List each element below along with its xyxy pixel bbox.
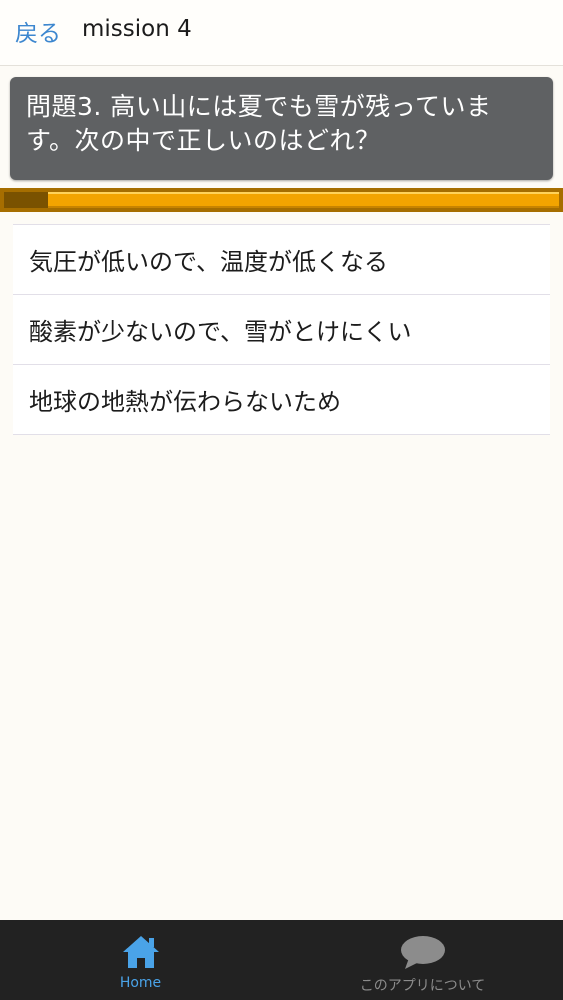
- answer-option-1[interactable]: 気圧が低いので、温度が低くなる: [13, 225, 550, 295]
- question-text: 問題3. 高い山には夏でも雪が残っています。次の中で正しいのはどれ？: [26, 92, 492, 155]
- home-icon: [121, 934, 161, 974]
- app-header: 戻る mission 4: [0, 0, 563, 66]
- progress-track: [4, 192, 559, 208]
- progress-fill: [4, 192, 49, 208]
- bottom-tab-bar: Home このアプリについて: [0, 920, 563, 1000]
- answer-list: 気圧が低いので、温度が低くなる 酸素が少ないので、雪がとけにくい 地球の地熱が伝…: [13, 224, 550, 435]
- tab-about-label: このアプリについて: [359, 978, 486, 994]
- tab-home[interactable]: Home: [0, 920, 281, 1000]
- question-box: 問題3. 高い山には夏でも雪が残っています。次の中で正しいのはどれ？: [10, 77, 553, 180]
- tab-home-label: Home: [119, 975, 162, 991]
- answer-option-2[interactable]: 酸素が少ないので、雪がとけにくい: [13, 295, 550, 365]
- page-title: mission 4: [82, 16, 192, 42]
- progress-bar: [0, 188, 563, 212]
- answer-option-3[interactable]: 地球の地熱が伝わらないため: [13, 365, 550, 435]
- back-button[interactable]: 戻る: [15, 14, 61, 48]
- chat-bubble-icon: [399, 934, 447, 974]
- tab-about-app[interactable]: このアプリについて: [282, 920, 563, 1000]
